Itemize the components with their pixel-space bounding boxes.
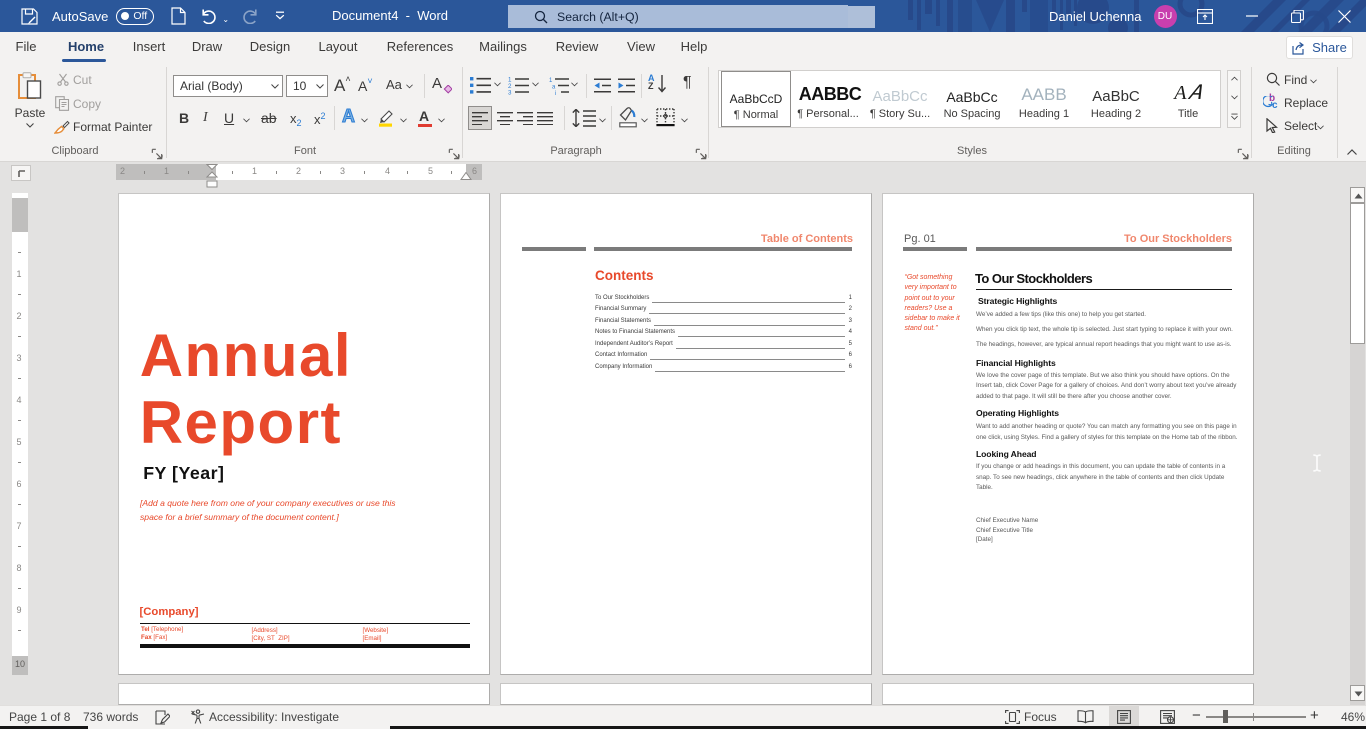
svg-text:3: 3 — [508, 89, 512, 95]
svg-text:1: 1 — [549, 78, 553, 84]
svg-text:a: a — [552, 84, 556, 90]
svg-text:i: i — [555, 91, 556, 95]
